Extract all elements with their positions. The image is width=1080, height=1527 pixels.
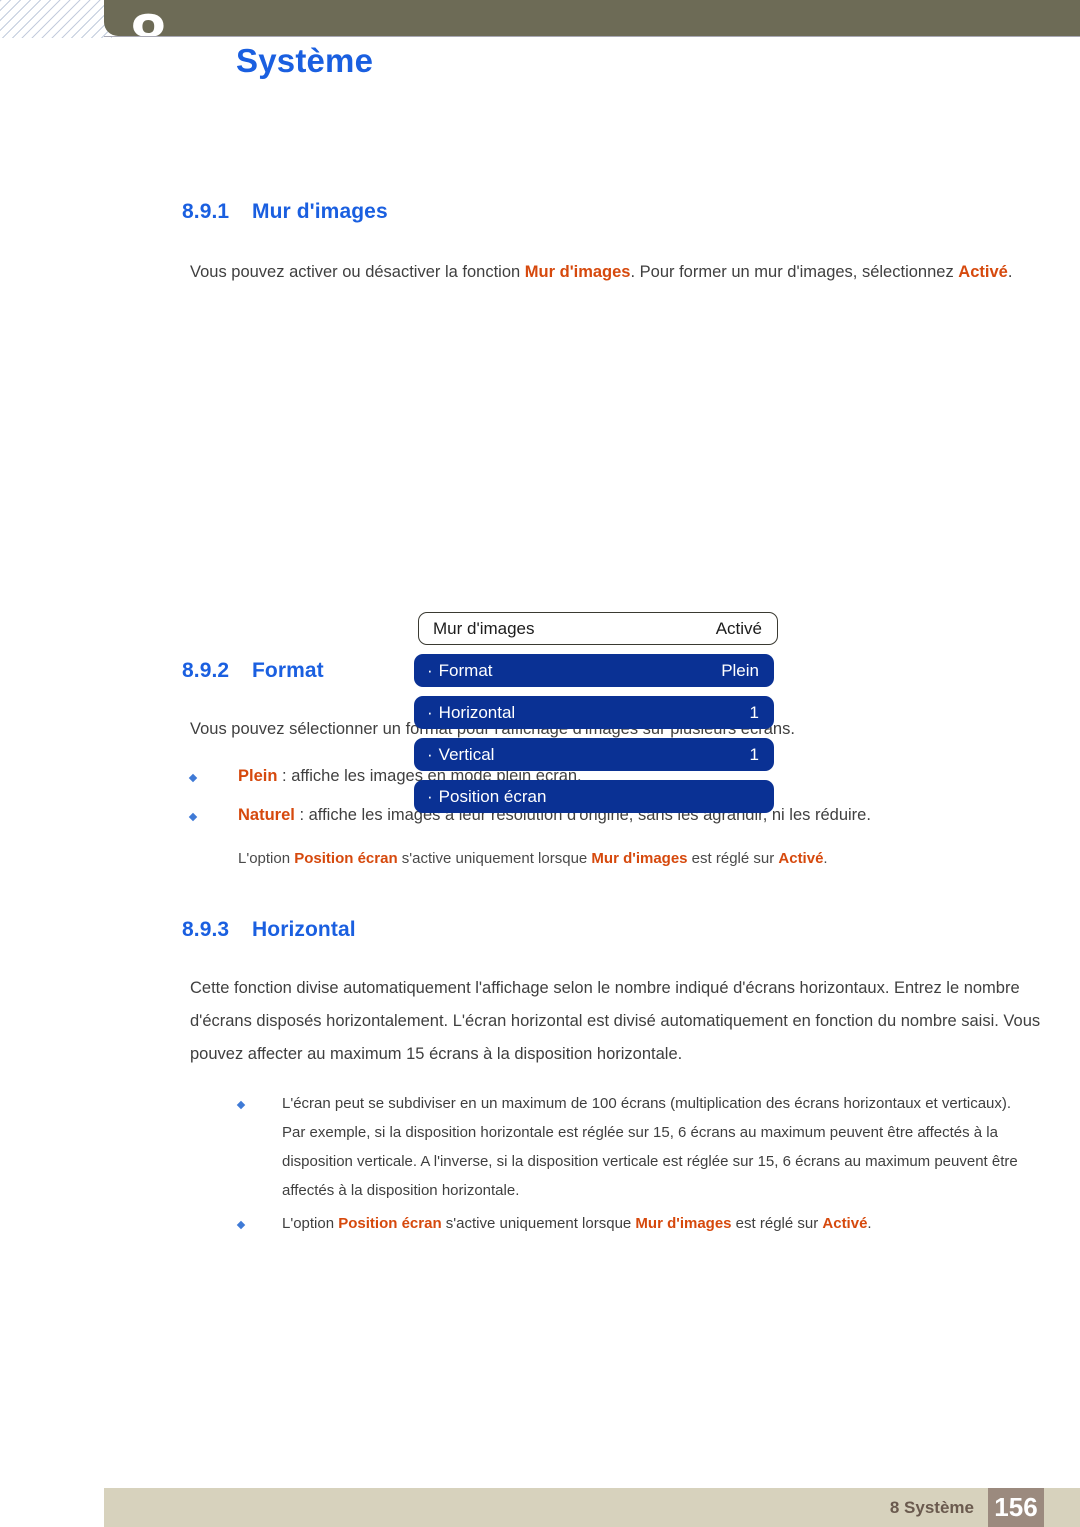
bullet-diamond-icon [236, 1089, 282, 1205]
section-8-9-2-note: L'option Position écran s'active uniquem… [238, 850, 828, 867]
emphasis-text: Plein [238, 767, 278, 785]
section-8-9-3-paragraph: Cette fonction divise automatiquement l'… [190, 979, 1041, 1063]
osd-bullet-prefix: · [427, 660, 433, 680]
emphasis-text: Mur d'images [635, 1215, 732, 1232]
osd-bullet-prefix: · [427, 702, 433, 722]
page-footer: 8 Système 156 [104, 1488, 1080, 1527]
emphasis-text: Activé [958, 263, 1008, 281]
section-8-9-1-paragraph: Vous pouvez activer ou désactiver la fon… [190, 263, 1013, 281]
osd-menu: Mur d'images Activé · Format Plein · Horiz… [414, 612, 778, 822]
decorative-hatch-pattern [0, 0, 112, 38]
osd-row-value: 1 [749, 702, 759, 722]
osd-bullet-prefix: · [427, 744, 433, 764]
list-item: L'écran peut se subdiviser en un maximum… [236, 1089, 1028, 1205]
page-number: 156 [988, 1488, 1044, 1527]
osd-row-value: Activé [715, 618, 762, 638]
section-title: Horizontal [252, 918, 356, 941]
section-title: Mur d'images [252, 200, 388, 223]
osd-row-label: · Vertical [427, 745, 494, 765]
osd-row-label-text: Horizontal [438, 702, 516, 722]
section-heading-8-9-1: 8.9.1 Mur d'images [182, 200, 1080, 224]
bullet-diamond-icon [236, 1209, 282, 1238]
osd-row-label: · Position écran [427, 787, 546, 807]
section-number: 8.9.1 [182, 200, 230, 223]
page-header: 8 Système [0, 0, 1080, 79]
osd-bullet-prefix: · [427, 786, 433, 806]
header-divider [104, 36, 1080, 37]
osd-row-position-ecran[interactable]: · Position écran [414, 780, 774, 813]
osd-row-vertical[interactable]: · Vertical 1 [414, 738, 774, 771]
osd-row-label: · Horizontal [427, 703, 515, 723]
osd-row-format[interactable]: · Format Plein [414, 654, 774, 687]
emphasis-text: Naturel [238, 806, 295, 824]
osd-row-mur-dimages[interactable]: Mur d'images Activé [418, 612, 778, 645]
section-number: 8.9.2 [182, 659, 230, 682]
bullet-diamond-icon [188, 760, 238, 793]
chapter-banner: 8 [104, 0, 1080, 36]
osd-row-value: Plein [721, 660, 759, 680]
osd-row-label-text: Format [438, 660, 493, 680]
list-item-text: L'écran peut se subdiviser en un maximum… [282, 1095, 1018, 1199]
section-title: Format [252, 659, 324, 682]
section-heading-8-9-3: 8.9.3 Horizontal [182, 918, 1080, 942]
emphasis-text: Position écran [338, 1215, 442, 1232]
osd-row-label: Mur d'images [433, 618, 535, 638]
emphasis-text: Activé [778, 850, 824, 867]
section-number: 8.9.3 [182, 918, 230, 941]
osd-row-horizontal[interactable]: · Horizontal 1 [414, 696, 774, 729]
emphasis-text: Activé [822, 1215, 868, 1232]
page-title: Système [236, 42, 374, 79]
emphasis-text: Mur d'images [591, 850, 688, 867]
page-content: 8.9.1 Mur d'images Vous pouvez activer ou… [0, 200, 1080, 1238]
osd-row-value: 1 [749, 744, 759, 764]
footer-chapter-label: 8 Système [889, 1498, 974, 1517]
bullet-diamond-icon [188, 799, 238, 832]
list-item: L'option Position écran s'active uniquem… [236, 1209, 1028, 1238]
osd-row-label-text: Vertical [438, 744, 495, 764]
osd-row-label-text: Position écran [438, 786, 547, 806]
chapter-number: 8 [130, 4, 167, 36]
osd-row-label: · Format [427, 661, 493, 681]
list-item-text: L'option Position écran s'active uniquem… [282, 1215, 872, 1232]
emphasis-text: Mur d'images [524, 263, 631, 281]
emphasis-text: Position écran [294, 850, 398, 867]
